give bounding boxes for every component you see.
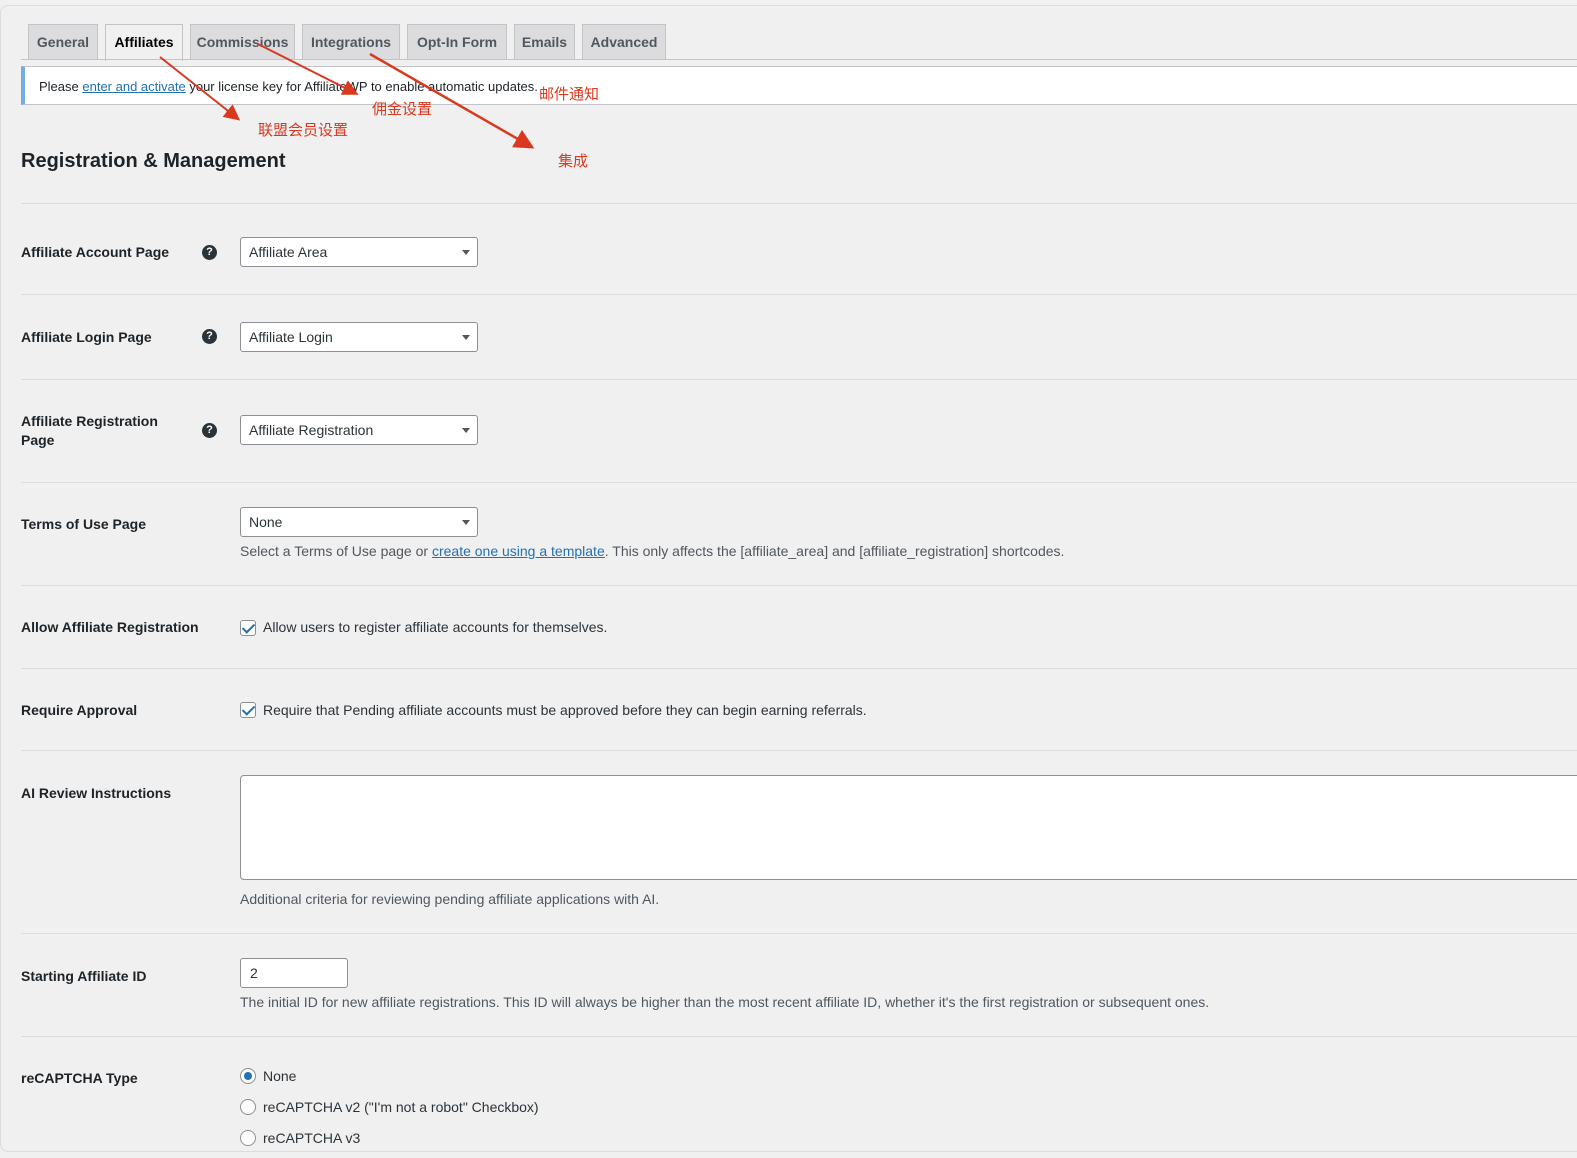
help-icon[interactable]: ?: [202, 329, 217, 344]
row-divider: [21, 750, 1577, 751]
chevron-down-icon: [462, 250, 470, 255]
starting-id-description: The initial ID for new affiliate registr…: [240, 994, 1210, 1010]
login-page-value: Affiliate Login: [249, 329, 333, 345]
checkmark-icon: [241, 620, 256, 634]
registration-page-label-line2: Page: [21, 432, 55, 448]
terms-desc-suffix: . This only affects the [affiliate_area]…: [604, 543, 1065, 559]
create-template-link[interactable]: create one using a template: [432, 543, 605, 559]
registration-page-label: Affiliate Registration Page: [21, 412, 158, 450]
help-icon[interactable]: ?: [202, 423, 217, 438]
row-divider: [21, 933, 1577, 934]
ai-review-textarea[interactable]: [240, 775, 1577, 880]
annotation-emails: 邮件通知: [539, 86, 600, 103]
recaptcha-type-label: reCAPTCHA Type: [21, 1070, 138, 1086]
annotation-arrows: [159, 43, 535, 149]
row-divider: [21, 668, 1577, 669]
row-divider: [21, 482, 1577, 483]
account-page-value: Affiliate Area: [249, 244, 328, 260]
registration-page-value: Affiliate Registration: [249, 422, 374, 438]
annotation-commissions: 佣金设置: [372, 101, 433, 118]
registration-page-select[interactable]: Affiliate Registration: [240, 415, 478, 445]
require-approval-text[interactable]: Require that Pending affiliate accounts …: [263, 702, 867, 718]
require-approval-label: Require Approval: [21, 702, 138, 718]
row-divider: [21, 294, 1577, 295]
recaptcha-v2-label[interactable]: reCAPTCHA v2 ("I'm not a robot" Checkbox…: [263, 1099, 539, 1115]
login-page-select[interactable]: Affiliate Login: [240, 322, 478, 352]
terms-page-select[interactable]: None: [240, 507, 478, 537]
annotation-integrations: 集成: [558, 153, 589, 170]
chevron-down-icon: [462, 335, 470, 340]
help-icon[interactable]: ?: [202, 245, 217, 260]
allow-registration-label: Allow Affiliate Registration: [21, 619, 199, 635]
account-page-label: Affiliate Account Page: [21, 244, 170, 260]
chevron-down-icon: [462, 428, 470, 433]
require-approval-checkbox[interactable]: [240, 702, 256, 718]
arrow-commissions: [257, 43, 359, 95]
recaptcha-v2-radio[interactable]: [240, 1099, 256, 1115]
starting-id-input[interactable]: 2: [240, 958, 348, 988]
ai-review-description: Additional criteria for reviewing pendin…: [240, 891, 660, 907]
recaptcha-none-label[interactable]: None: [263, 1068, 296, 1084]
login-page-label: Affiliate Login Page: [21, 329, 152, 345]
arrow-affiliates: [159, 56, 241, 121]
row-divider: [21, 1036, 1577, 1037]
starting-id-label: Starting Affiliate ID: [21, 968, 147, 984]
recaptcha-none-radio[interactable]: [240, 1068, 256, 1084]
recaptcha-v3-radio[interactable]: [240, 1130, 256, 1146]
section-title: Registration & Management: [21, 150, 286, 172]
allow-registration-text[interactable]: Allow users to register affiliate accoun…: [263, 619, 607, 635]
terms-page-value: None: [249, 514, 283, 530]
row-divider: [21, 203, 1577, 204]
allow-registration-checkbox[interactable]: [240, 620, 256, 636]
ai-review-label: AI Review Instructions: [21, 785, 172, 801]
registration-page-label-line1: Affiliate Registration: [21, 413, 158, 429]
terms-page-label: Terms of Use Page: [21, 516, 147, 532]
annotation-affiliates: 联盟会员设置: [258, 122, 349, 139]
terms-page-description: Select a Terms of Use page or create one…: [240, 543, 1064, 559]
row-divider: [21, 379, 1577, 380]
chevron-down-icon: [462, 520, 470, 525]
recaptcha-v3-label[interactable]: reCAPTCHA v3: [263, 1130, 360, 1146]
checkmark-icon: [241, 702, 256, 716]
terms-desc-prefix: Select a Terms of Use page or: [240, 543, 432, 559]
row-divider: [21, 585, 1577, 586]
account-page-select[interactable]: Affiliate Area: [240, 237, 478, 267]
